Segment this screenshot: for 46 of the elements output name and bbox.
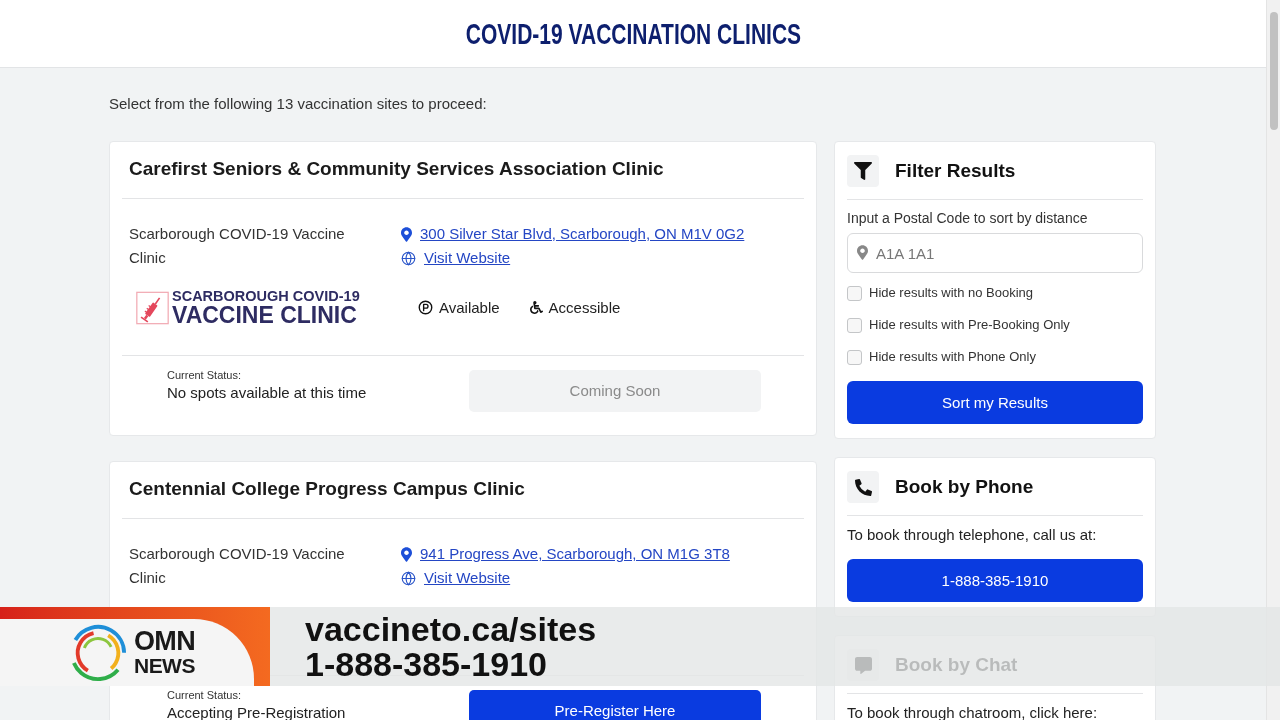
- address-link[interactable]: 941 Progress Ave, Scarborough, ON M1G 3T8: [420, 544, 730, 564]
- website-link[interactable]: Visit Website: [424, 248, 511, 268]
- intro-text: Select from the following 13 vaccination sites to proceed:: [109, 95, 488, 113]
- checkbox-label: Hide results with no Booking: [869, 285, 1034, 301]
- map-pin-icon: [857, 245, 868, 260]
- globe-icon: [401, 570, 416, 586]
- page-title: COVID-19 VACCINATION CLINICS: [465, 16, 801, 51]
- status-label: Current Status:: [167, 689, 242, 702]
- checkbox-label: Hide results with Pre-Booking Only: [869, 317, 1070, 333]
- sort-results-button[interactable]: Sort my Results: [847, 381, 1143, 424]
- phone-icon: [847, 471, 879, 503]
- clinic-name: Centennial College Progress Campus Clinic: [129, 477, 526, 501]
- logo-text: SCARBOROUGH COVID-19: [172, 288, 360, 304]
- syringe-icon: [136, 289, 169, 326]
- checkbox[interactable]: [847, 317, 862, 333]
- logo-text: VACCINE CLINIC: [172, 304, 358, 327]
- map-pin-icon: [401, 546, 412, 562]
- banner-website-text: vaccineto.ca/sites: [305, 611, 597, 647]
- postal-code-field[interactable]: A1A 1A1: [847, 233, 1143, 273]
- checkbox[interactable]: [847, 285, 862, 301]
- globe-icon: [401, 250, 416, 266]
- clinic-action-button[interactable]: Pre-Register Here: [469, 690, 761, 720]
- filter-icon: [847, 155, 879, 187]
- phone-text: To book through telephone, call us at:: [847, 526, 1098, 544]
- address-link[interactable]: 300 Silver Star Blvd, Scarborough, ON M1V 0G2: [420, 224, 745, 244]
- logo-text: NEWS: [134, 655, 195, 677]
- parking-icon: [418, 300, 433, 315]
- panel-title: Book by Phone: [895, 475, 1034, 499]
- status-label: Current Status:: [167, 369, 242, 382]
- website-link[interactable]: Visit Website: [424, 568, 511, 588]
- panel-title: Filter Results: [895, 159, 1016, 183]
- map-pin-icon: [401, 226, 412, 242]
- wheelchair-icon: [529, 300, 543, 315]
- postal-code-label: Input a Postal Code to sort by distance: [847, 210, 1089, 227]
- checkbox[interactable]: [847, 349, 862, 365]
- checkbox-label: Hide results with Phone Only: [869, 349, 1036, 365]
- banner-phone-text: 1-888-385-1910: [305, 646, 548, 682]
- scrollbar-thumb[interactable]: [1269, 12, 1278, 130]
- logo-text: OMN: [134, 628, 195, 655]
- organization-name: Scarborough COVID-19 Vaccine Clinic: [129, 224, 346, 268]
- clinic-name: Carefirst Seniors & Community Services Association Clinic: [129, 157, 665, 181]
- organization-name: Scarborough COVID-19 Vaccine Clinic: [129, 544, 346, 588]
- status-text: No spots available at this time: [167, 385, 368, 401]
- phone-number-button[interactable]: 1-888-385-1910: [847, 559, 1143, 602]
- amenity-label: Available: [439, 298, 500, 317]
- amenity-label: Accessible: [548, 298, 621, 317]
